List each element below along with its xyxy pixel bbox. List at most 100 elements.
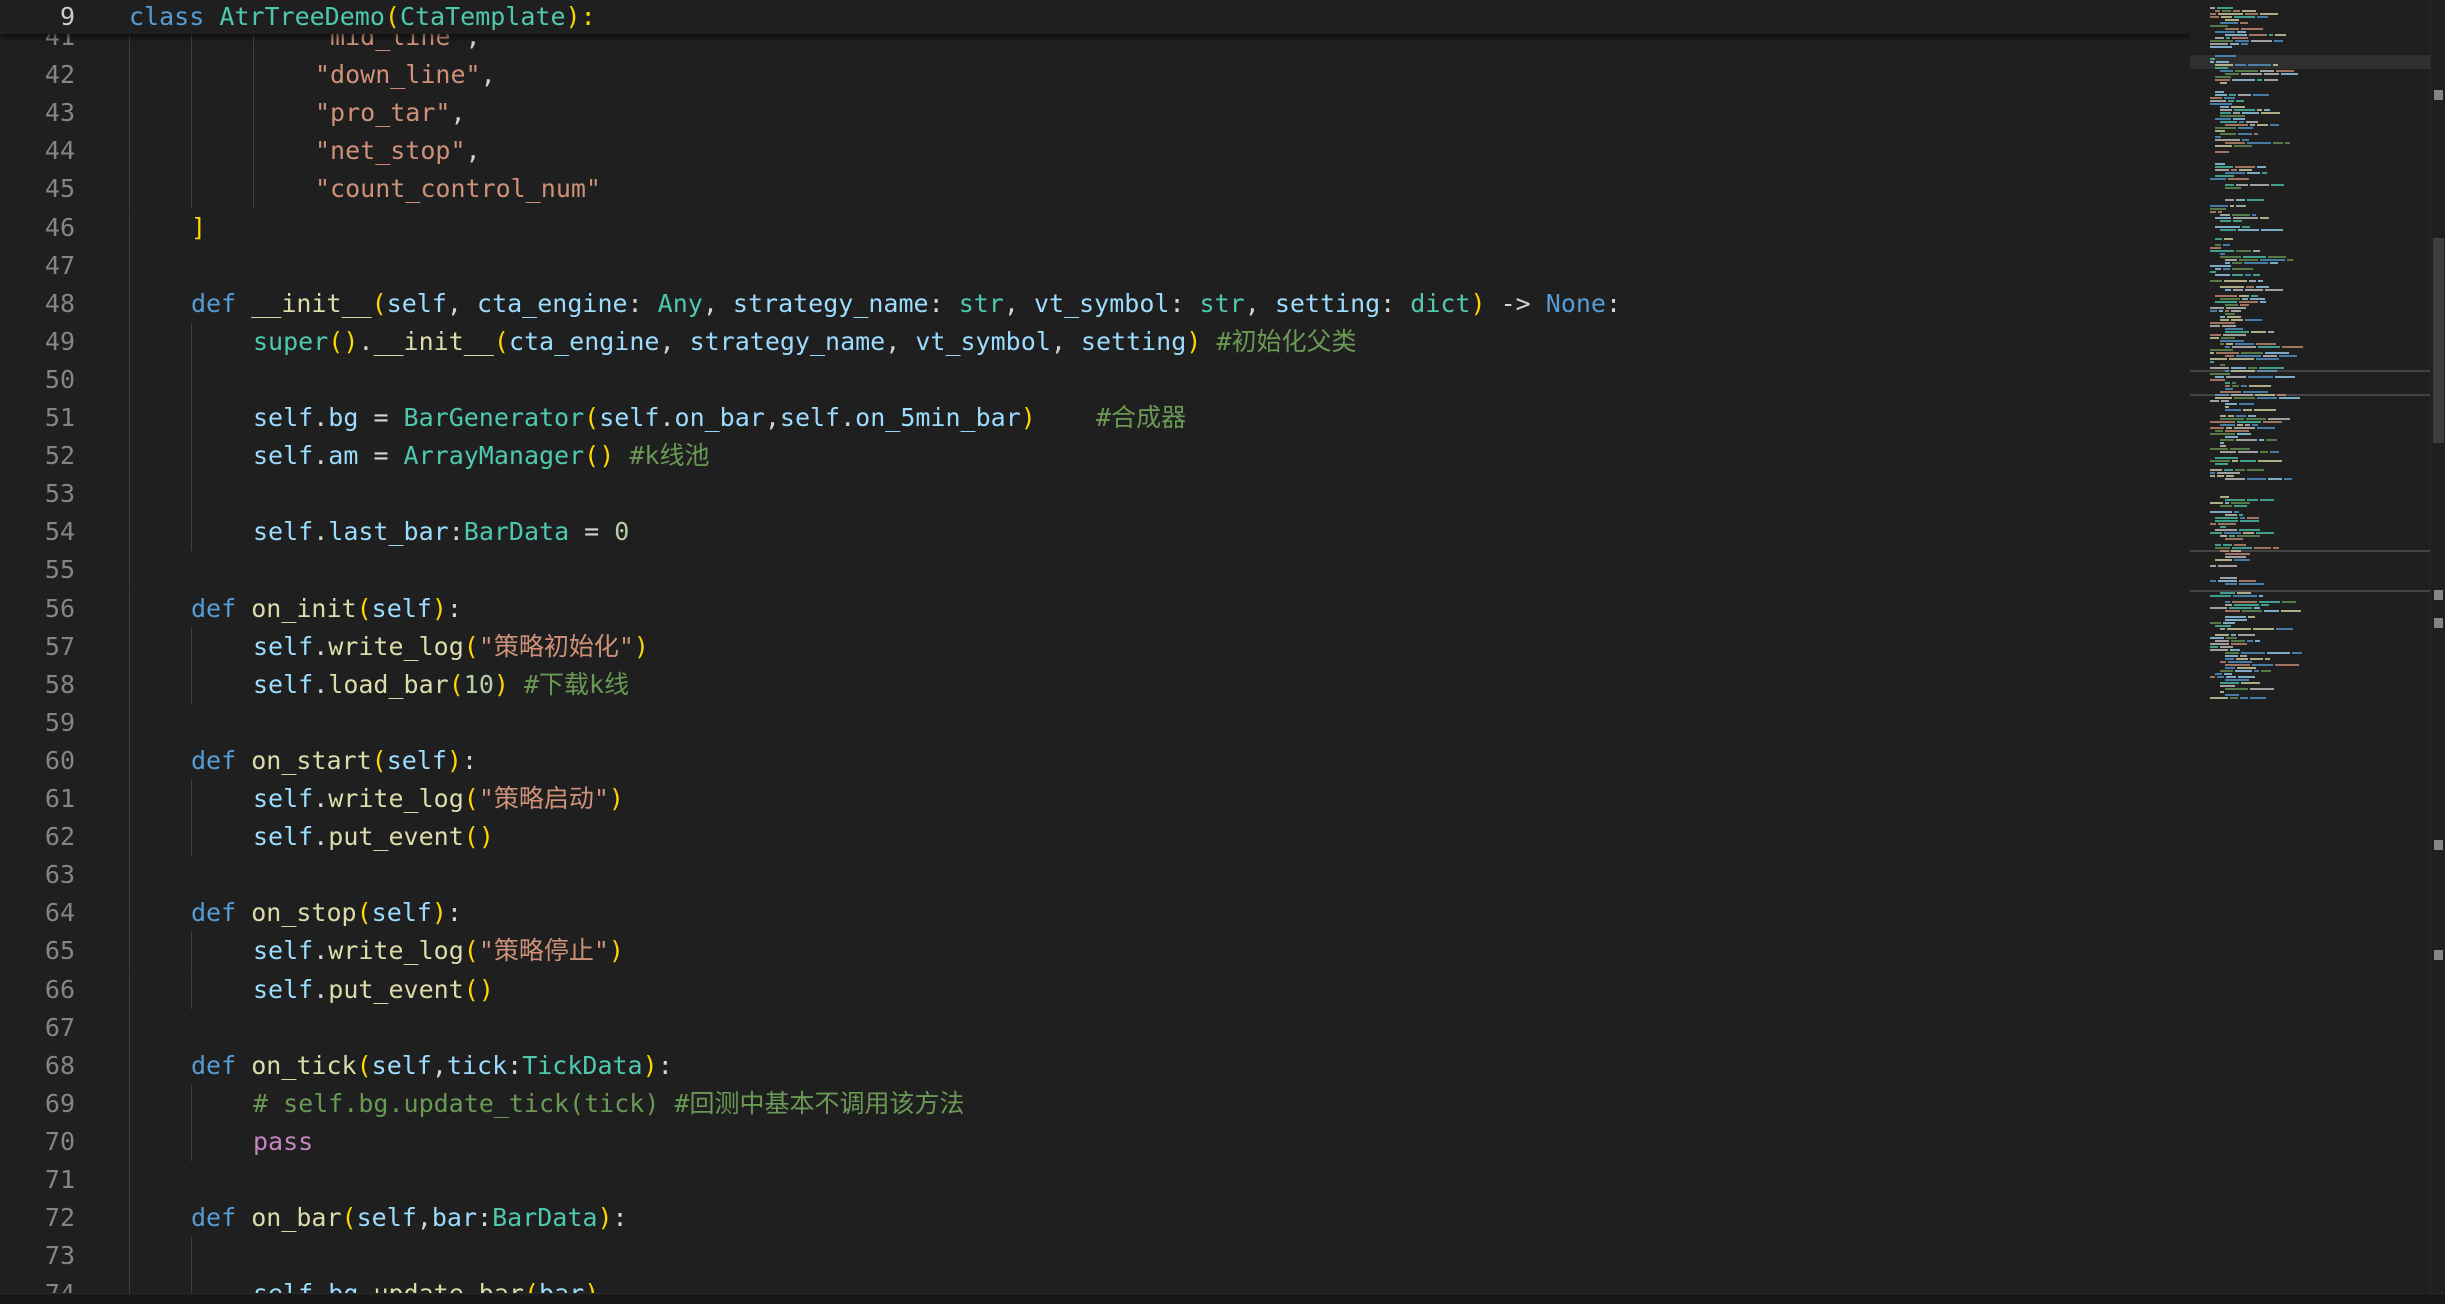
code-text[interactable]: self.write_log("策略初始化") (253, 628, 649, 666)
minimap-token (2268, 418, 2290, 420)
code-text[interactable]: "count_control_num" (315, 170, 601, 208)
minimap-token (2268, 331, 2274, 333)
indent-guide (129, 437, 130, 476)
line-number: 43 (44, 98, 75, 128)
minimap-token (2263, 355, 2277, 357)
code-line[interactable]: 52 self.am = ArrayManager() #k线池 (0, 437, 2190, 476)
minimap-token (2241, 652, 2265, 654)
code-text[interactable]: "pro_tar", (315, 94, 466, 132)
code-text[interactable]: def on_stop(self): (191, 894, 462, 932)
minimap-token (2220, 691, 2224, 693)
code-line[interactable]: 58 self.load_bar(10) #下载k线 (0, 665, 2190, 704)
minimap-token (2292, 652, 2302, 654)
line-number: 61 (44, 784, 75, 813)
minimap-token (2210, 460, 2230, 462)
code-line[interactable]: 66 self.put_event() (0, 970, 2190, 1009)
minimap-token (2234, 16, 2255, 18)
minimap-token (2236, 415, 2246, 417)
minimap-token (2236, 205, 2246, 207)
code-line[interactable]: 62 self.put_event() (0, 818, 2190, 857)
code-text[interactable]: def on_tick(self,tick:TickData): (191, 1047, 673, 1085)
sticky-scroll-header[interactable]: 9 class AtrTreeDemo(CtaTemplate): (0, 0, 2190, 34)
code-text[interactable]: "down_line", (315, 56, 496, 94)
scrollbar-thumb[interactable] (2433, 238, 2444, 443)
minimap-token (2235, 64, 2246, 66)
code-line[interactable]: 61 self.write_log("策略启动") (0, 780, 2190, 818)
scrollbar-marker (2434, 618, 2443, 628)
code-line[interactable]: 59 (0, 703, 2190, 742)
code-text[interactable]: self.put_event() (253, 971, 494, 1009)
minimap-token (2242, 610, 2262, 612)
minimap-token (2220, 214, 2230, 216)
minimap-token (2238, 127, 2253, 129)
code-line[interactable]: 53 (0, 475, 2190, 514)
code-line[interactable]: 54 self.last_bar:BarData = 0 (0, 513, 2190, 552)
code-line[interactable]: 47 (0, 246, 2190, 285)
minimap-token (2215, 634, 2229, 636)
code-line[interactable]: 65 self.write_log("策略停止") (0, 932, 2190, 971)
code-text[interactable]: def __init__(self, cta_engine: Any, stra… (191, 285, 1621, 323)
minimap-token (2224, 532, 2241, 534)
code-text[interactable]: self.load_bar(10) #下载k线 (253, 666, 629, 704)
code-text[interactable]: # self.bg.update_tick(tick) #回测中基本不调用该方法 (253, 1085, 965, 1123)
code-line[interactable]: 46] (0, 208, 2190, 247)
code-text[interactable]: super().__init__(cta_engine, strategy_na… (253, 323, 1356, 361)
indent-guide (191, 170, 192, 209)
code-text[interactable]: pass (253, 1123, 313, 1161)
code-line[interactable]: 73 (0, 1237, 2190, 1276)
code-line[interactable]: 63 (0, 856, 2190, 895)
sticky-code[interactable]: class AtrTreeDemo(CtaTemplate): (129, 0, 596, 34)
code-editor[interactable]: 41 "mid_line", 42 "down_line", 43 "pro_tar", 4… (0, 0, 2190, 1303)
code-text[interactable]: def on_bar(self,bar:BarData): (191, 1199, 628, 1237)
code-line[interactable]: 50 (0, 360, 2190, 399)
code-text[interactable]: def on_start(self): (191, 742, 477, 780)
code-line[interactable]: 44 "net_stop", (0, 132, 2190, 171)
code-text[interactable]: self.put_event() (253, 818, 494, 856)
indent-guide (191, 818, 192, 857)
minimap-token (2240, 697, 2248, 699)
code-line[interactable]: 42 "down_line", (0, 56, 2190, 95)
code-line[interactable]: 43 "pro_tar", (0, 94, 2190, 133)
code-line[interactable]: 67 (0, 1008, 2190, 1047)
minimap-token (2220, 286, 2244, 288)
minimap[interactable] (2190, 0, 2430, 1303)
minimap-token (2220, 535, 2227, 537)
minimap-token (2215, 559, 2232, 561)
code-line[interactable]: 48 def __init__(self, cta_engine: Any, st… (0, 284, 2190, 323)
code-line[interactable]: 49 super().__init__(cta_engine, strategy_… (0, 322, 2190, 361)
code-line[interactable]: 70 pass (0, 1122, 2190, 1161)
minimap-token (2215, 529, 2237, 531)
minimap-token (2231, 640, 2245, 642)
minimap-token (2232, 382, 2236, 384)
code-line[interactable]: 60 def on_start(self): (0, 741, 2190, 780)
code-text[interactable]: ] (191, 209, 206, 247)
code-text[interactable]: self.am = ArrayManager() #k线池 (253, 437, 709, 475)
indent-guide (191, 665, 192, 704)
minimap-token (2236, 184, 2248, 186)
minimap-highlight (2190, 394, 2430, 396)
minimap-token (2276, 628, 2293, 630)
code-text[interactable]: self.write_log("策略启动") (253, 780, 624, 818)
code-line[interactable]: 56 def on_init(self): (0, 589, 2190, 628)
minimap-token (2240, 520, 2259, 522)
code-line[interactable]: 69 # self.bg.update_tick(tick) #回测中基本不调用该… (0, 1084, 2190, 1123)
code-text[interactable]: "net_stop", (315, 132, 481, 170)
minimap-token (2235, 166, 2255, 168)
code-line[interactable]: 64 def on_stop(self): (0, 894, 2190, 933)
code-line[interactable]: 71 (0, 1161, 2190, 1199)
code-line[interactable]: 55 (0, 551, 2190, 590)
minimap-token (2254, 607, 2260, 609)
code-line[interactable]: 72 def on_bar(self,bar:BarData): (0, 1199, 2190, 1238)
vertical-scrollbar[interactable] (2430, 0, 2445, 1303)
code-line[interactable]: 45 "count_control_num" (0, 170, 2190, 209)
code-line[interactable]: 68 def on_tick(self,tick:TickData): (0, 1046, 2190, 1085)
code-text[interactable]: self.last_bar:BarData = 0 (253, 513, 629, 551)
code-text[interactable]: def on_init(self): (191, 590, 462, 628)
code-line[interactable]: 51 self.bg = BarGenerator(self.on_bar,sel… (0, 399, 2190, 437)
code-line[interactable]: 57 self.write_log("策略初始化") (0, 627, 2190, 666)
code-text[interactable]: self.bg = BarGenerator(self.on_bar,self.… (253, 399, 1186, 437)
minimap-token (2210, 310, 2217, 312)
minimap-token (2228, 661, 2252, 663)
minimap-token (2231, 169, 2237, 171)
code-text[interactable]: self.write_log("策略停止") (253, 932, 624, 970)
